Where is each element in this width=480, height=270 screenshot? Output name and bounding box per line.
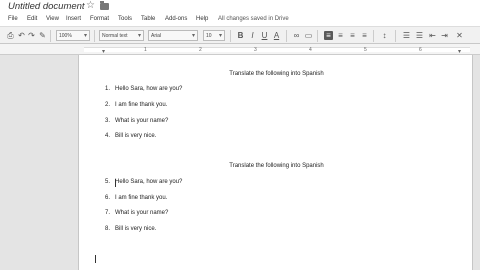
right-indent-marker[interactable]: ▾ (458, 48, 461, 55)
list-item: 5. Hello Sara, how are you? (105, 179, 182, 185)
font-select[interactable]: Arial (148, 30, 198, 41)
link-icon[interactable]: ∞ (292, 31, 301, 40)
list-text: Hello Sara, how are you? (115, 86, 183, 92)
toolbar-divider (317, 30, 318, 42)
clear-format-icon[interactable]: ✕ (455, 31, 464, 40)
align-left-icon[interactable]: ≡ (324, 31, 333, 40)
align-right-icon[interactable]: ≡ (348, 31, 357, 40)
list-item: 4. Bill is very nice. (105, 133, 156, 139)
section-heading: Translate the following into Spanish (229, 71, 324, 77)
list-number: 5. (105, 179, 111, 185)
list-item: 7. What is your name? (105, 210, 168, 216)
numbered-list-icon[interactable]: ☰ (402, 31, 411, 40)
menu-bar: File Edit View Insert Format Tools Table… (0, 14, 480, 26)
menu-view[interactable]: View (46, 16, 59, 22)
ruler-number: 6 (419, 47, 422, 53)
menu-edit[interactable]: Edit (27, 16, 37, 22)
document-canvas: Translate the following into Spanish 1. H… (0, 55, 480, 270)
toolbar-divider (395, 30, 396, 42)
toolbar-divider (286, 30, 287, 42)
bold-icon[interactable]: B (236, 31, 245, 40)
style-select[interactable]: Normal text (99, 30, 144, 41)
list-number: 7. (105, 210, 111, 216)
list-text: What is your name? (115, 210, 169, 216)
toolbar-divider (373, 30, 374, 42)
menu-help[interactable]: Help (196, 16, 208, 22)
ruler-number: 1 (144, 47, 147, 53)
line-spacing-icon[interactable]: ↕ (380, 31, 389, 40)
paint-format-icon[interactable]: ✎ (38, 31, 47, 40)
font-size-select[interactable]: 10 (203, 30, 225, 41)
title-bar: Untitled document ☆ (0, 0, 480, 14)
star-icon[interactable]: ☆ (86, 0, 95, 11)
list-text: Bill is very nice. (115, 133, 157, 139)
comment-icon[interactable]: ▭ (304, 31, 313, 40)
list-number: 1. (105, 86, 111, 92)
list-item: 2. I am fine thank you. (105, 102, 167, 108)
section-heading: Translate the following into Spanish (229, 163, 324, 169)
indent-marker[interactable]: ▾ (102, 48, 105, 55)
menu-format[interactable]: Format (90, 16, 109, 22)
ruler-number: 4 (309, 47, 312, 53)
text-color-icon[interactable]: A (272, 31, 281, 40)
insertion-caret (95, 255, 96, 263)
list-number: 3. (105, 118, 111, 124)
redo-icon[interactable]: ↷ (27, 31, 36, 40)
document-page[interactable]: Translate the following into Spanish 1. H… (78, 55, 473, 270)
folder-icon[interactable] (100, 1, 109, 10)
print-icon[interactable]: ⎙ (6, 31, 15, 40)
zoom-select[interactable]: 100% (56, 30, 90, 41)
italic-icon[interactable]: I (248, 31, 257, 40)
menu-addons[interactable]: Add-ons (165, 16, 187, 22)
list-number: 6. (105, 195, 111, 201)
ruler: ▾ 1 2 3 4 5 6 ▾ (0, 44, 480, 55)
toolbar-divider (94, 30, 95, 42)
list-text: I am fine thank you. (115, 102, 168, 108)
list-number: 4. (105, 133, 111, 139)
ruler-track[interactable]: ▾ 1 2 3 4 5 6 ▾ (84, 47, 470, 55)
list-item: 1. Hello Sara, how are you? (105, 86, 182, 92)
menu-tools[interactable]: Tools (118, 16, 132, 22)
text-cursor (115, 179, 116, 187)
ruler-number: 5 (364, 47, 367, 53)
list-item: 6. I am fine thank you. (105, 195, 167, 201)
ruler-number: 3 (254, 47, 257, 53)
list-text: I am fine thank you. (115, 195, 168, 201)
list-number: 2. (105, 102, 111, 108)
underline-icon[interactable]: U (260, 31, 269, 40)
list-text: Hello Sara, how are you? (115, 179, 183, 185)
list-text: Bill is very nice. (115, 226, 157, 232)
justify-icon[interactable]: ≡ (360, 31, 369, 40)
list-item: 3. What is your name? (105, 118, 168, 124)
undo-icon[interactable]: ↶ (17, 31, 26, 40)
ruler-number: 2 (199, 47, 202, 53)
document-title[interactable]: Untitled document (8, 1, 85, 12)
decrease-indent-icon[interactable]: ⇤ (428, 31, 437, 40)
bulleted-list-icon[interactable]: ☰ (415, 31, 424, 40)
increase-indent-icon[interactable]: ⇥ (440, 31, 449, 40)
menu-insert[interactable]: Insert (66, 16, 81, 22)
list-text: What is your name? (115, 118, 169, 124)
menu-file[interactable]: File (8, 16, 18, 22)
save-status[interactable]: All changes saved in Drive (218, 16, 289, 22)
list-item: 8. Bill is very nice. (105, 226, 156, 232)
toolbar-divider (230, 30, 231, 42)
align-center-icon[interactable]: ≡ (336, 31, 345, 40)
toolbar-divider (50, 30, 51, 42)
toolbar: ⎙ ↶ ↷ ✎ 100% Normal text Arial 10 B I U … (0, 26, 480, 44)
list-number: 8. (105, 226, 111, 232)
menu-table[interactable]: Table (141, 16, 155, 22)
